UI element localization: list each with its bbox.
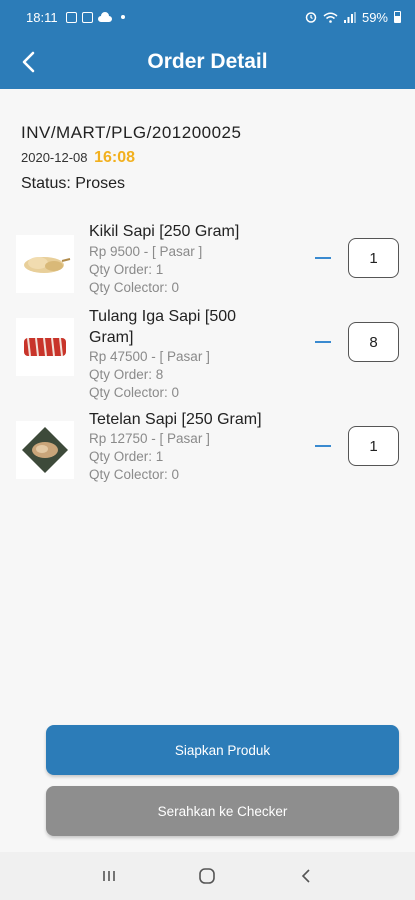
status-bar: 18:11 59% [0, 0, 415, 34]
qty-input[interactable]: 1 [348, 426, 399, 466]
decrease-qty-button[interactable] [315, 445, 331, 447]
app-bar: Order Detail [0, 34, 415, 89]
item-qty-collector: Qty Colector: 0 [89, 385, 180, 400]
item-qty-collector: Qty Colector: 0 [89, 280, 180, 295]
system-navigation-bar [0, 852, 415, 900]
page-title: Order Detail [147, 49, 268, 73]
notification-icons [65, 11, 125, 23]
decrease-qty-button[interactable] [315, 257, 331, 259]
home-icon [199, 868, 216, 884]
decrease-qty-button[interactable] [315, 341, 331, 343]
battery-icon [394, 11, 401, 23]
home-button[interactable] [187, 856, 227, 896]
item-name: Kikil Sapi [250 Gram] [89, 223, 240, 240]
order-status: Status: Proses [21, 175, 126, 192]
recent-apps-icon [103, 871, 115, 881]
cloud-icon [97, 11, 112, 22]
prepare-product-button[interactable]: Siapkan Produk [46, 725, 399, 775]
gallery-icon [65, 11, 77, 23]
item-qty-order: Qty Order: 1 [89, 449, 164, 464]
chevron-left-icon [22, 51, 35, 73]
alarm-icon [305, 12, 317, 23]
order-date: 2020-12-08 [21, 150, 88, 165]
battery-percent: 59% [361, 9, 388, 25]
list-item: Kikil Sapi [250 Gram] Rp 9500 - [ Pasar … [0, 221, 415, 307]
more-notifications-icon [120, 15, 125, 19]
item-price: Rp 12750 - [ Pasar ] [89, 431, 210, 446]
nav-back-button[interactable] [286, 856, 326, 896]
recent-apps-button[interactable] [89, 856, 129, 896]
qty-input[interactable]: 1 [348, 238, 399, 278]
product-image [16, 235, 74, 293]
order-datetime: 2020-12-08 16:08 [21, 149, 135, 167]
item-name: Tulang Iga Sapi [500 Gram] [89, 308, 237, 346]
wifi-icon [323, 12, 338, 23]
order-time: 16:08 [94, 149, 136, 166]
invoice-number: INV/MART/PLG/201200025 [21, 123, 242, 142]
list-item: Tetelan Sapi [250 Gram] Rp 12750 - [ Pas… [0, 409, 415, 495]
handover-to-checker-button[interactable]: Serahkan ke Checker [46, 786, 399, 836]
qty-input[interactable]: 8 [348, 322, 399, 362]
item-qty-collector: Qty Colector: 0 [89, 467, 180, 482]
image-icon [81, 11, 93, 23]
signal-icon [343, 11, 356, 23]
list-item: Tulang Iga Sapi [500 Gram] Rp 47500 - [ … [0, 306, 415, 400]
item-price: Rp 47500 - [ Pasar ] [89, 349, 210, 364]
back-icon [301, 869, 310, 883]
back-button[interactable] [8, 42, 48, 82]
status-time: 18:11 [26, 9, 58, 25]
item-qty-order: Qty Order: 8 [89, 367, 164, 382]
item-name: Tetelan Sapi [250 Gram] [89, 411, 262, 428]
product-image [16, 421, 74, 479]
item-qty-order: Qty Order: 1 [89, 262, 164, 277]
product-image [16, 318, 74, 376]
system-icons: 59% [305, 10, 401, 25]
item-price: Rp 9500 - [ Pasar ] [89, 244, 203, 259]
